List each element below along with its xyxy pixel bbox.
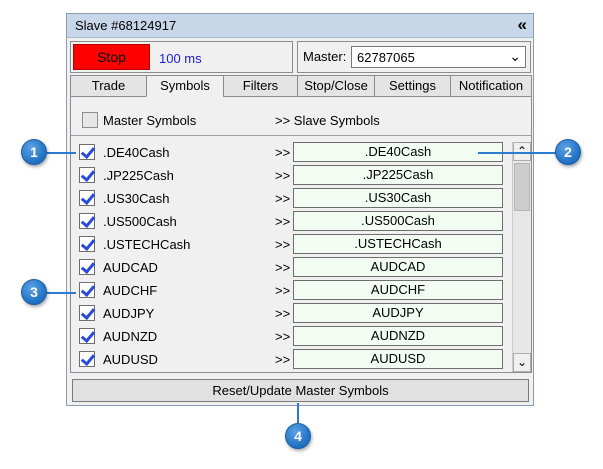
- callout-leader: [478, 152, 558, 154]
- list-item: .USTECHCash >> .USTECHCash: [71, 234, 509, 256]
- symbols-tab-content: Master Symbols >> Slave Symbols .DE40Cas…: [70, 97, 532, 373]
- callout-badge-4: 4: [285, 423, 311, 449]
- list-item: AUDJPY >> AUDJPY: [71, 303, 509, 325]
- symbol-checkbox[interactable]: [79, 167, 95, 183]
- tab-trade[interactable]: Trade: [70, 75, 147, 97]
- tab-symbols[interactable]: Symbols: [146, 75, 224, 97]
- symbol-checkbox[interactable]: [79, 282, 95, 298]
- symbol-list: .DE40Cash >> .DE40Cash .JP225Cash >> .JP…: [71, 142, 509, 372]
- slave-symbol-input[interactable]: .US500Cash: [293, 211, 503, 231]
- master-symbols-header: Master Symbols: [103, 113, 197, 128]
- map-arrow: >>: [275, 329, 291, 344]
- slave-panel: Slave #68124917 « Stop 100 ms Master: 62…: [66, 13, 534, 406]
- master-symbol: AUDCHF: [103, 283, 158, 298]
- list-item: .JP225Cash >> .JP225Cash: [71, 165, 509, 187]
- interval-text: 100 ms: [159, 51, 202, 66]
- slave-symbol-input[interactable]: .US30Cash: [293, 188, 503, 208]
- map-arrow: >>: [275, 237, 291, 252]
- double-chevron-left-icon[interactable]: «: [518, 15, 527, 35]
- tab-stop-close[interactable]: Stop/Close: [297, 75, 375, 97]
- list-item: AUDCAD >> AUDCAD: [71, 257, 509, 279]
- master-symbol: .US30Cash: [103, 191, 170, 206]
- symbol-checkbox[interactable]: [79, 351, 95, 367]
- list-item: .US30Cash >> .US30Cash: [71, 188, 509, 210]
- symbol-checkbox[interactable]: [79, 190, 95, 206]
- list-item: AUDCHF >> AUDCHF: [71, 280, 509, 302]
- master-symbol: .DE40Cash: [103, 145, 170, 160]
- map-arrow: >>: [275, 145, 291, 160]
- list-item: .DE40Cash >> .DE40Cash: [71, 142, 509, 164]
- master-label: Master:: [303, 49, 347, 64]
- master-symbol: .USTECHCash: [103, 237, 191, 252]
- map-arrow: >>: [275, 352, 291, 367]
- slave-symbol-input[interactable]: AUDUSD: [293, 349, 503, 369]
- symbol-checkbox[interactable]: [79, 259, 95, 275]
- callout-leader: [297, 403, 299, 423]
- callout-badge-3: 3: [21, 279, 47, 305]
- symbol-checkbox[interactable]: [79, 305, 95, 321]
- tab-settings[interactable]: Settings: [374, 75, 451, 97]
- master-symbol: .JP225Cash: [103, 168, 174, 183]
- window-title: Slave #68124917: [75, 18, 177, 33]
- slave-symbol-input[interactable]: AUDNZD: [293, 326, 503, 346]
- master-symbol: AUDCAD: [103, 260, 158, 275]
- slave-symbol-input[interactable]: .DE40Cash: [293, 142, 503, 162]
- divider: [71, 135, 531, 136]
- map-arrow: >>: [275, 306, 291, 321]
- slave-symbol-input[interactable]: .USTECHCash: [293, 234, 503, 254]
- symbol-checkbox[interactable]: [79, 236, 95, 252]
- master-symbol: .US500Cash: [103, 214, 177, 229]
- scroll-thumb[interactable]: [514, 163, 530, 211]
- master-symbol: AUDNZD: [103, 329, 158, 344]
- slave-symbol-input[interactable]: .JP225Cash: [293, 165, 503, 185]
- tab-notification[interactable]: Notification: [450, 75, 532, 97]
- map-arrow: >>: [275, 283, 291, 298]
- vertical-scrollbar[interactable]: ⌃ ⌄: [512, 142, 531, 372]
- slave-symbols-header: >> Slave Symbols: [275, 113, 380, 128]
- tab-bar: Trade Symbols Filters Stop/Close Setting…: [70, 75, 532, 97]
- master-symbols-checkbox[interactable]: [82, 112, 98, 128]
- symbol-checkbox[interactable]: [79, 144, 95, 160]
- stop-button[interactable]: Stop: [73, 44, 150, 70]
- master-select-value: 62787065: [357, 50, 415, 65]
- callout-badge-1: 1: [21, 139, 47, 165]
- callout-leader: [46, 292, 76, 294]
- master-select[interactable]: 62787065 ⌄: [351, 46, 526, 68]
- callout-leader: [46, 152, 76, 154]
- symbol-checkbox[interactable]: [79, 213, 95, 229]
- map-arrow: >>: [275, 214, 291, 229]
- scroll-down-icon[interactable]: ⌄: [513, 353, 531, 372]
- title-bar: Slave #68124917 «: [67, 14, 533, 38]
- master-group: Master: 62787065 ⌄: [297, 41, 531, 73]
- list-item: AUDNZD >> AUDNZD: [71, 326, 509, 348]
- map-arrow: >>: [275, 260, 291, 275]
- list-item: .US500Cash >> .US500Cash: [71, 211, 509, 233]
- reset-update-master-symbols-button[interactable]: Reset/Update Master Symbols: [72, 379, 529, 402]
- slave-symbol-input[interactable]: AUDJPY: [293, 303, 503, 323]
- master-symbol: AUDUSD: [103, 352, 158, 367]
- list-item: AUDUSD >> AUDUSD: [71, 349, 509, 371]
- master-symbol: AUDJPY: [103, 306, 155, 321]
- stop-group: Stop 100 ms: [70, 41, 293, 73]
- slave-symbol-input[interactable]: AUDCAD: [293, 257, 503, 277]
- slave-symbol-input[interactable]: AUDCHF: [293, 280, 503, 300]
- map-arrow: >>: [275, 168, 291, 183]
- map-arrow: >>: [275, 191, 291, 206]
- tab-filters[interactable]: Filters: [223, 75, 298, 97]
- symbol-checkbox[interactable]: [79, 328, 95, 344]
- callout-badge-2: 2: [555, 139, 581, 165]
- chevron-down-icon: ⌄: [509, 48, 521, 64]
